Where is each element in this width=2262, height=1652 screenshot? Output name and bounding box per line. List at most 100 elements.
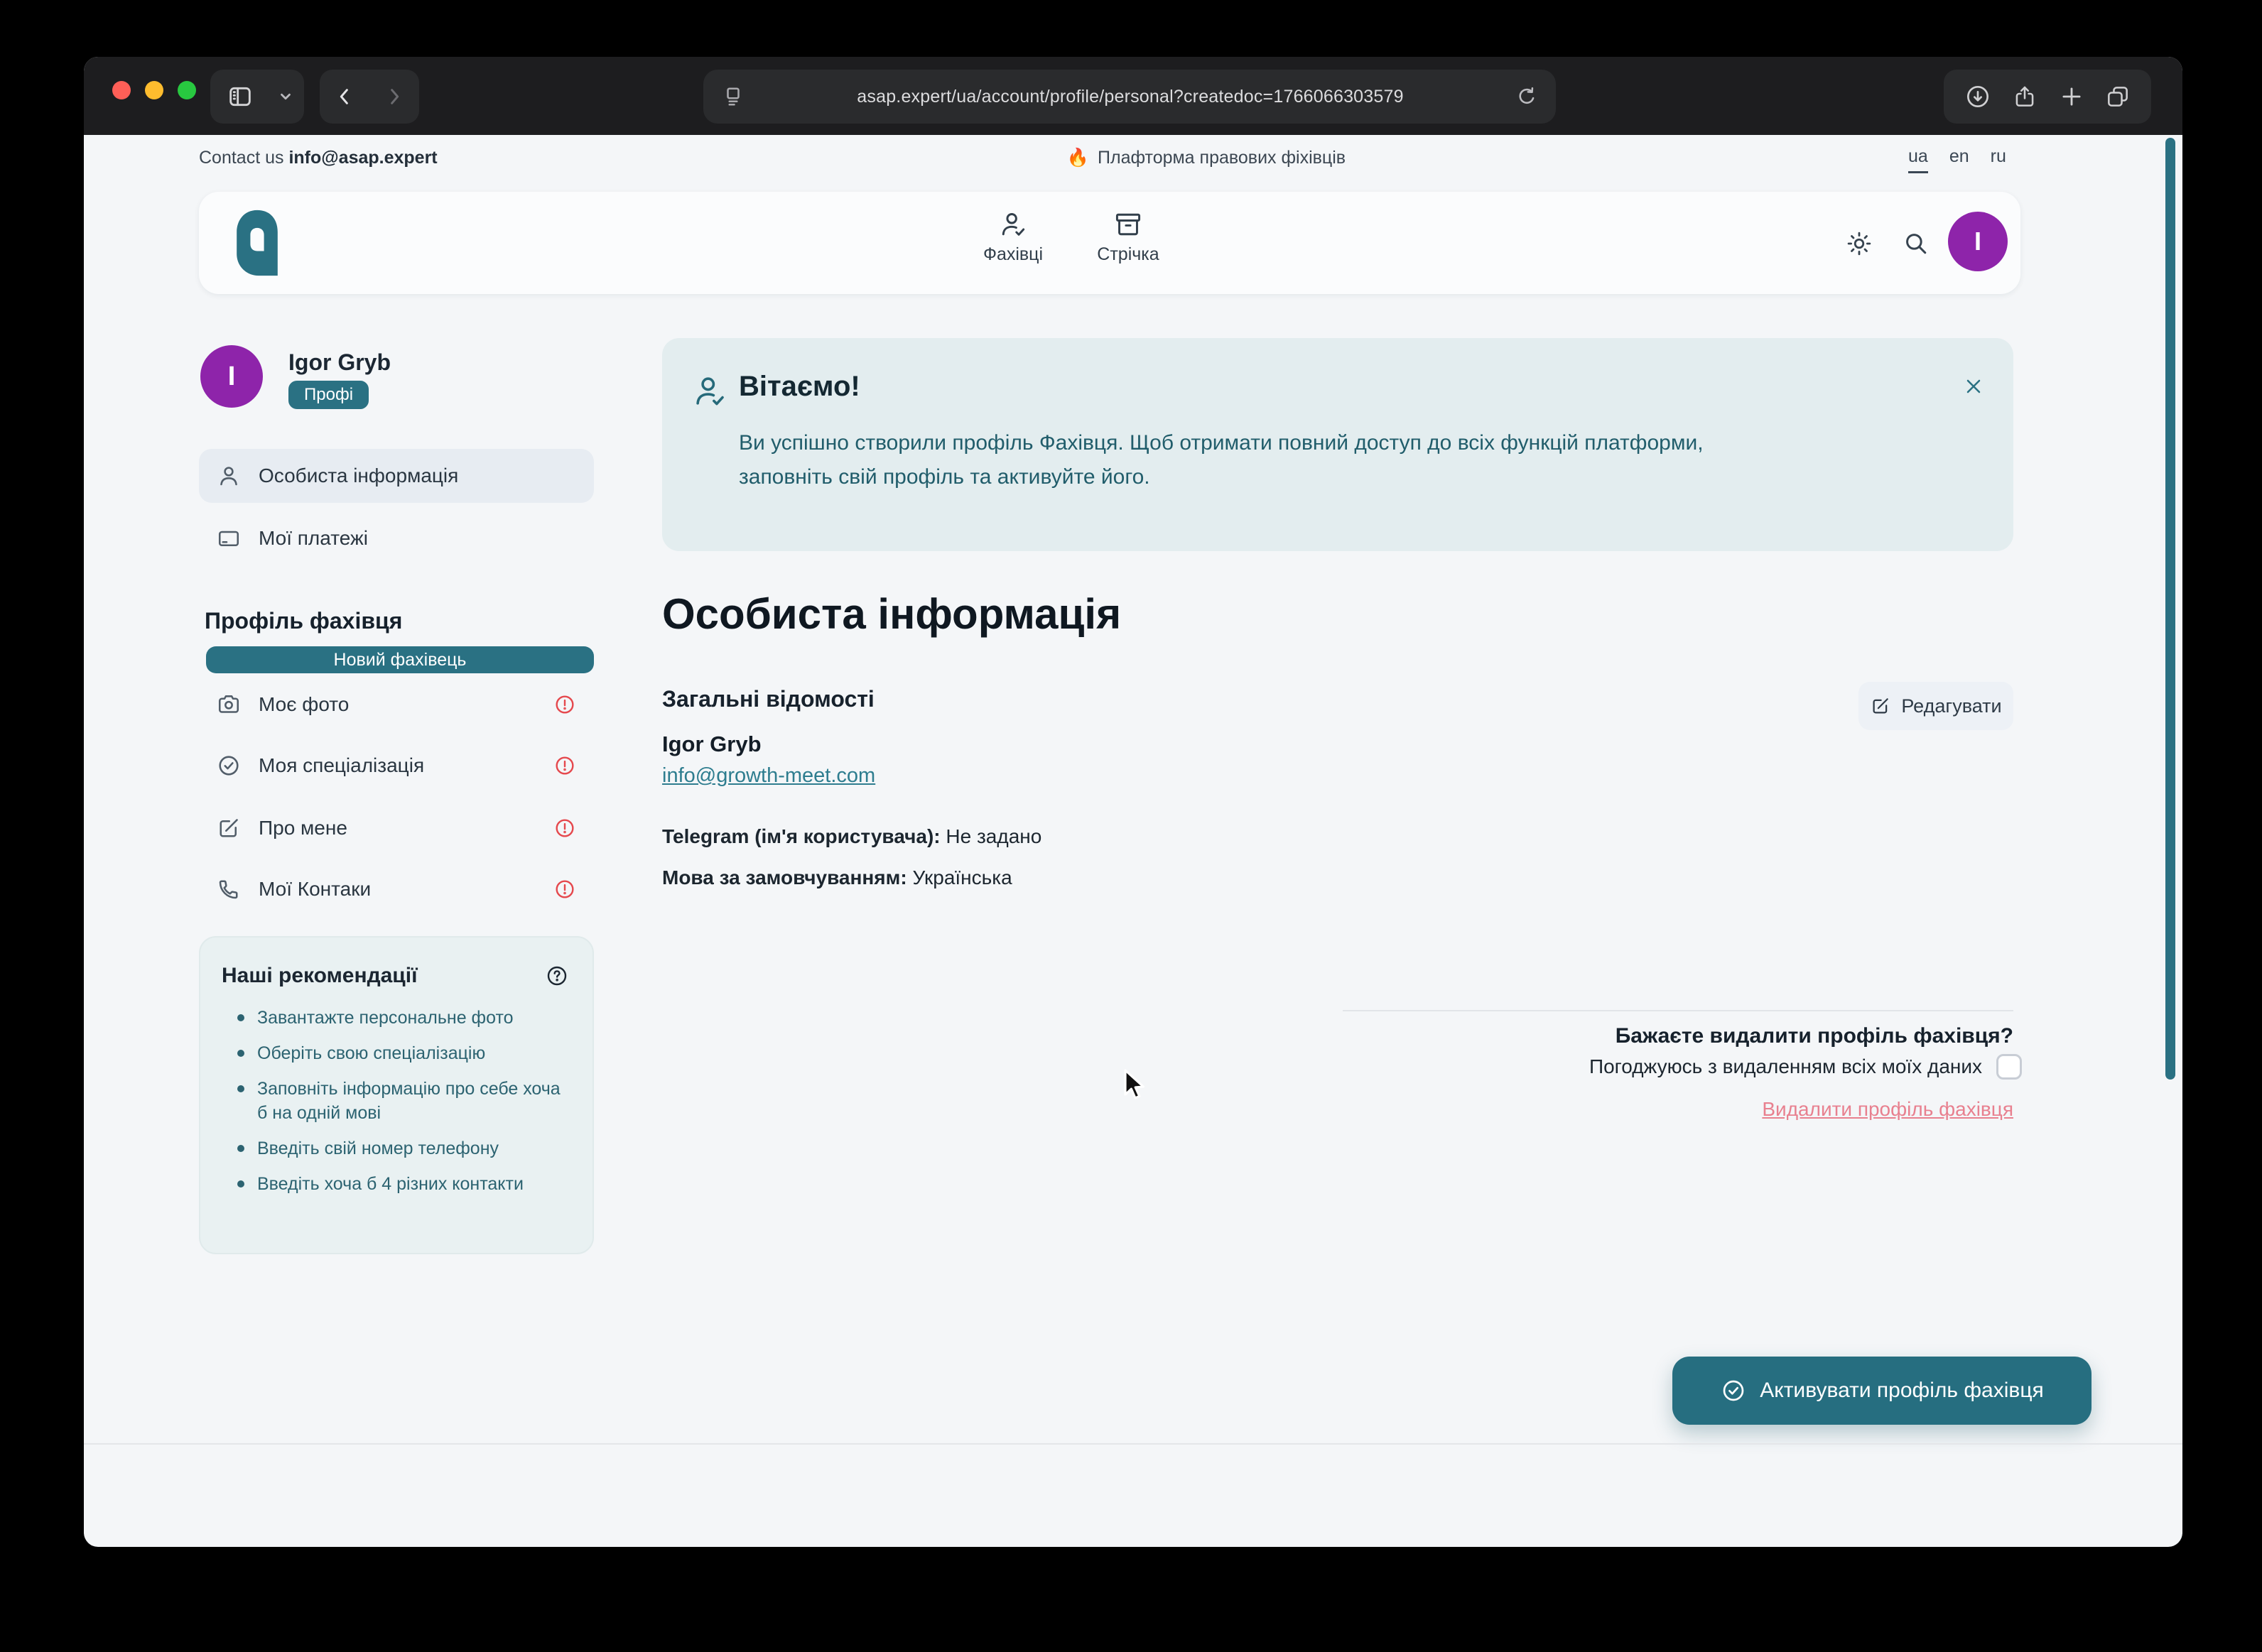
sidebar-item-about[interactable]: Про мене	[199, 801, 594, 855]
sun-icon	[1844, 229, 1874, 259]
sidebar-item-payments[interactable]: Мої платежі	[199, 511, 594, 565]
user-avatar[interactable]: I	[1948, 212, 2008, 271]
contact-info: Contact us info@asap.expert	[199, 148, 438, 168]
platform-tagline: 🔥 Плафторма правових фіхівців	[1067, 148, 1346, 168]
default-language-label: Мова за замовчуванням:	[662, 866, 907, 889]
sidebar-user-name: Igor Gryb	[288, 349, 391, 376]
contact-label: Contact us	[199, 148, 284, 168]
sidebar-menu-chevron[interactable]	[270, 70, 301, 124]
welcome-banner: Вітаємо! Ви успішно створили профіль Фах…	[662, 338, 2013, 551]
new-specialist-banner: Новий фахівець	[206, 646, 594, 673]
sidebar-item-contacts[interactable]: Мої Контаки	[199, 862, 594, 916]
nav-feed-label: Стрічка	[1097, 244, 1159, 265]
recommendations-title: Наші рекомендації	[222, 964, 418, 988]
close-icon[interactable]	[1962, 375, 1985, 398]
sidebar-item-label: Мої платежі	[259, 527, 368, 550]
default-language-value: Українська	[912, 866, 1012, 889]
check-circle-icon	[1720, 1377, 1747, 1404]
delete-consent-checkbox[interactable]	[1996, 1054, 2022, 1080]
lang-ru[interactable]: ru	[1991, 146, 2006, 173]
browser-toolbar: asap.expert/ua/account/profile/personal?…	[84, 57, 2182, 135]
recommendation-item: Заповніть інформацію про себе хоча б на …	[257, 1077, 573, 1125]
person-check-icon	[691, 372, 729, 411]
back-button[interactable]	[320, 70, 369, 124]
sidebar-item-label: Мої Контаки	[259, 878, 536, 901]
fire-emoji-icon: 🔥	[1067, 148, 1089, 168]
delete-profile-link[interactable]: Видалити профіль фахівця	[1363, 1098, 2013, 1121]
welcome-body: Ви успішно створили профіль Фахівця. Щоб…	[739, 426, 1776, 494]
nav-feed[interactable]: Стрічка	[1064, 209, 1192, 265]
site-logo[interactable]	[234, 209, 280, 277]
share-icon	[2011, 83, 2038, 110]
sidebar-item-label: Особиста інформація	[259, 464, 458, 487]
sidebar-section-title: Профіль фахівця	[205, 608, 402, 634]
sidebar-item-label: Моя спеціалізація	[259, 754, 536, 777]
sidebar-avatar: I	[200, 345, 263, 408]
search-button[interactable]	[1901, 229, 1931, 259]
recommendation-item: Введіть свій номер телефону	[257, 1136, 573, 1161]
help-icon[interactable]	[544, 963, 570, 989]
alert-icon	[553, 692, 577, 717]
recommendations-header: Наші рекомендації	[200, 938, 592, 997]
alert-icon	[553, 877, 577, 901]
url-text[interactable]: asap.expert/ua/account/profile/personal?…	[746, 87, 1515, 107]
sidebar-toggle-button[interactable]	[210, 70, 270, 124]
screen: asap.expert/ua/account/profile/personal?…	[0, 0, 2262, 1652]
sidebar-item-label: Моє фото	[259, 693, 536, 716]
asap-logo-icon	[234, 209, 280, 277]
edit-button[interactable]: Редагувати	[1858, 682, 2013, 730]
recommendation-item: Введіть хоча б 4 різних контакти	[257, 1172, 573, 1196]
activate-profile-button[interactable]: Активувати профіль фахівця	[1672, 1357, 2091, 1425]
sidebar-icon	[226, 82, 254, 111]
recommendation-item: Завантажте персональне фото	[257, 1006, 573, 1030]
site-header: Фахівці Стрічка I	[199, 192, 2020, 294]
edit-square-icon	[1870, 695, 1891, 717]
alert-icon	[553, 754, 577, 778]
tagline-text: Плафторма правових фіхівців	[1098, 148, 1346, 168]
person-email-link[interactable]: info@growth-meet.com	[662, 764, 875, 788]
nav-specialists-label: Фахівці	[983, 244, 1043, 265]
page-scrollbar[interactable]	[2165, 138, 2175, 1080]
sidebar-item-label: Про мене	[259, 817, 536, 839]
close-window-button[interactable]	[112, 81, 131, 99]
contact-email[interactable]: info@asap.expert	[288, 148, 437, 168]
recommendation-item: Оберіть свою спеціалізацію	[257, 1041, 573, 1065]
forward-button[interactable]	[369, 70, 419, 124]
reload-icon[interactable]	[1515, 85, 1539, 109]
person-name: Igor Gryb	[662, 732, 762, 757]
language-switcher: ua en ru	[1908, 146, 2006, 173]
zoom-window-button[interactable]	[178, 81, 196, 99]
sidebar-item-photo[interactable]: Моє фото	[199, 678, 594, 732]
download-icon	[1964, 82, 1992, 111]
lang-ua[interactable]: ua	[1908, 146, 1928, 173]
delete-section-divider	[1343, 1010, 2013, 1011]
delete-consent-row: Погоджуюсь з видаленням всіх моїх даних	[1078, 1054, 2022, 1080]
sidebar-item-personal-info[interactable]: Особиста інформація	[199, 449, 594, 503]
welcome-title: Вітаємо!	[739, 371, 860, 403]
general-info-title: Загальні відомості	[662, 686, 875, 712]
page-title: Особиста інформація	[662, 589, 1121, 638]
new-tab-button[interactable]	[2058, 70, 2085, 124]
person-check-icon	[997, 209, 1029, 240]
theme-toggle-button[interactable]	[1844, 229, 1874, 259]
recommendations-list: Завантажте персональне фото Оберіть свою…	[200, 1006, 592, 1196]
downloads-button[interactable]	[1964, 70, 1992, 124]
lang-en[interactable]: en	[1949, 146, 1969, 173]
sidebar-toggle-group	[210, 70, 304, 124]
recommendations-card: Наші рекомендації Завантажте персональне…	[199, 936, 594, 1254]
nav-specialists[interactable]: Фахівці	[949, 209, 1077, 265]
archive-box-icon	[1113, 209, 1144, 240]
tab-overview-button[interactable]	[2104, 70, 2131, 124]
footer-divider	[84, 1443, 2182, 1445]
address-bar[interactable]: asap.expert/ua/account/profile/personal?…	[703, 70, 1556, 124]
sidebar-item-specialization[interactable]: Моя спеціалізація	[199, 739, 594, 793]
edit-button-label: Редагувати	[1901, 695, 2001, 717]
share-button[interactable]	[2011, 70, 2038, 124]
phone-icon	[216, 876, 242, 902]
edit-square-icon	[216, 815, 242, 841]
minimize-window-button[interactable]	[145, 81, 163, 99]
plus-icon	[2058, 83, 2085, 110]
page-settings-icon[interactable]	[720, 84, 746, 109]
alert-icon	[553, 816, 577, 840]
check-circle-icon	[216, 753, 242, 778]
